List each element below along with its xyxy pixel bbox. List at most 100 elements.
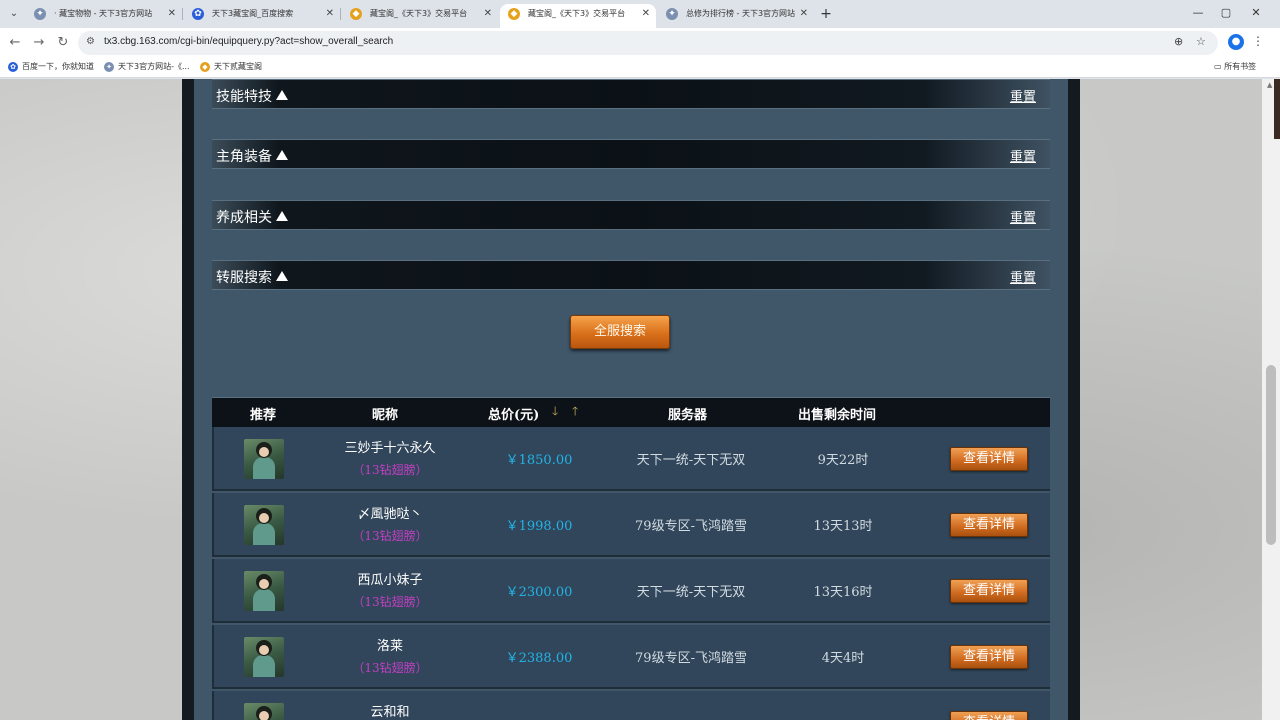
reset-link[interactable]: 重置 xyxy=(1010,146,1036,165)
server: 79级专区-飞鸿踏雪 xyxy=(635,519,747,534)
tab-title: · 藏宝物物 - 天下3官方网站 xyxy=(54,9,153,18)
avatar-face xyxy=(259,447,269,457)
bookmark-item[interactable]: ◆ 天下贰藏宝阁 xyxy=(200,61,262,72)
avatar-body xyxy=(253,655,275,677)
table-row: 洛莱 （13钻翅膀） ￥2388.00 79级专区-飞鸿踏雪 4天4时 查看详情 xyxy=(212,625,1050,689)
view-details-button[interactable]: 查看详情 xyxy=(950,711,1028,720)
reset-link[interactable]: 重置 xyxy=(1010,207,1036,226)
profile-avatar-icon[interactable]: ● xyxy=(1228,34,1244,50)
forward-arrow-icon[interactable]: → xyxy=(30,34,48,52)
character-avatar[interactable] xyxy=(244,637,284,677)
scrollbar-thumb[interactable] xyxy=(1266,365,1276,545)
close-tab-icon[interactable]: ✕ xyxy=(642,4,650,24)
reset-link[interactable]: 重置 xyxy=(1010,267,1036,286)
bookmark-label: 天下贰藏宝阁 xyxy=(214,62,262,71)
tab-3[interactable]: ◆ 藏宝阁_《天下3》交易平台 ✕ xyxy=(342,4,498,28)
collapse-arrow-icon[interactable] xyxy=(276,150,288,160)
character-avatar[interactable] xyxy=(244,505,284,545)
character-avatar[interactable] xyxy=(244,571,284,611)
results-table-header: 推荐 昵称 总价(元) 🡓 🡑 服务器 出售剩余时间 xyxy=(212,397,1050,427)
tab-4-active[interactable]: ◆ 藏宝阁_《天下3》交易平台 ✕ xyxy=(500,4,656,28)
feature-tag: （13钻翅膀） xyxy=(352,595,428,609)
view-details-button[interactable]: 查看详情 xyxy=(950,579,1028,603)
section-title: 技能特技 xyxy=(216,89,272,105)
collapse-arrow-icon[interactable] xyxy=(276,90,288,100)
collapse-arrow-icon[interactable] xyxy=(276,211,288,221)
tab-1[interactable]: ✦ · 藏宝物物 - 天下3官方网站 ✕ xyxy=(26,4,182,28)
tab-5[interactable]: ✦ 总修为排行榜 - 天下3官方网站 ✕ xyxy=(658,4,814,28)
close-window-icon[interactable]: ✕ xyxy=(1246,4,1266,22)
reload-icon[interactable]: ↻ xyxy=(54,34,72,52)
tab-bar: ⌄ ✦ · 藏宝物物 - 天下3官方网站 ✕ ✿ 天下3藏宝阁_百度搜索 ✕ ◆… xyxy=(0,0,1280,28)
browser-toolbar: ← → ↻ ⚙ tx3.cbg.163.com/cgi-bin/equipque… xyxy=(0,28,1280,58)
sort-descending-icon[interactable]: 🡓 xyxy=(552,402,558,423)
remaining-time: 13天13时 xyxy=(813,519,873,534)
collapse-arrow-icon[interactable] xyxy=(276,271,288,281)
header-server: 服务器 xyxy=(668,408,708,423)
more-menu-icon[interactable]: ⋮ xyxy=(1252,34,1264,48)
nickname: 〆風驰哒丶 xyxy=(357,507,423,522)
section-transfer-search[interactable]: 转服搜索 重置 xyxy=(212,260,1050,290)
scroll-up-icon[interactable]: ▲ xyxy=(1267,81,1272,89)
bookmark-item[interactable]: ✦ 天下3官方网站-《... xyxy=(104,61,190,72)
close-tab-icon[interactable]: ✕ xyxy=(484,4,492,24)
header-remaining-time: 出售剩余时间 xyxy=(798,408,877,423)
zoom-icon[interactable]: ⊕ xyxy=(1174,35,1183,48)
tab-search-icon[interactable]: ⌄ xyxy=(6,6,22,22)
bookmark-label: 百度一下，你就知道 xyxy=(22,62,94,71)
page-scrollbar[interactable]: ▲ xyxy=(1262,79,1280,720)
all-server-search-button[interactable]: 全服搜索 xyxy=(570,315,670,349)
character-avatar[interactable] xyxy=(244,703,284,720)
folder-icon: ▭ xyxy=(1214,62,1222,71)
nickname: 三妙手十六永久 xyxy=(344,441,436,456)
tab-2[interactable]: ✿ 天下3藏宝阁_百度搜索 ✕ xyxy=(184,4,340,28)
view-details-button[interactable]: 查看详情 xyxy=(950,513,1028,537)
sort-ascending-icon[interactable]: 🡑 xyxy=(572,402,578,423)
close-tab-icon[interactable]: ✕ xyxy=(326,4,334,24)
price: ￥1998.00 xyxy=(505,519,573,534)
server: 天下一统-天下无双 xyxy=(636,453,746,468)
address-bar[interactable]: ⚙ tx3.cbg.163.com/cgi-bin/equipquery.py?… xyxy=(78,31,1218,55)
remaining-time: 9天22时 xyxy=(817,453,869,468)
nickname: 云和和 xyxy=(370,705,410,720)
new-tab-plus-icon[interactable]: + xyxy=(818,4,834,24)
remaining-time: 4天4时 xyxy=(821,651,865,666)
feature-tag: （13钻翅膀） xyxy=(352,529,428,543)
section-equipment[interactable]: 主角装备 重置 xyxy=(212,139,1050,169)
tab-title: 藏宝阁_《天下3》交易平台 xyxy=(370,9,468,18)
cbg-favicon-icon: ◆ xyxy=(350,8,362,20)
tab-title: 藏宝阁_《天下3》交易平台 xyxy=(528,9,626,18)
avatar-body xyxy=(253,589,275,611)
section-skills[interactable]: 技能特技 重置 xyxy=(212,79,1050,109)
baidu-favicon-icon: ✿ xyxy=(192,8,204,20)
table-row: 西瓜小妹子 （13钻翅膀） ￥2300.00 天下一统-天下无双 13天16时 … xyxy=(212,559,1050,623)
avatar-face xyxy=(259,579,269,589)
cbg-favicon-icon: ◆ xyxy=(200,62,210,72)
avatar-body xyxy=(253,457,275,479)
minimize-icon[interactable]: — xyxy=(1188,4,1208,22)
server: 79级专区-飞鸿踏雪 xyxy=(635,651,747,666)
site-favicon-icon: ✦ xyxy=(34,8,46,20)
site-favicon-icon: ✦ xyxy=(666,8,678,20)
site-info-icon[interactable]: ⚙ xyxy=(86,36,95,47)
all-bookmarks-folder[interactable]: ▭ 所有书签 xyxy=(1214,61,1256,72)
bookmark-star-icon[interactable]: ☆ xyxy=(1196,35,1206,48)
maximize-icon[interactable]: ▢ xyxy=(1216,4,1236,22)
character-avatar[interactable] xyxy=(244,439,284,479)
close-tab-icon[interactable]: ✕ xyxy=(168,4,176,24)
section-title: 养成相关 xyxy=(216,210,272,226)
bookmark-item[interactable]: ✿ 百度一下，你就知道 xyxy=(8,61,94,72)
header-price[interactable]: 总价(元) xyxy=(488,404,539,423)
url-text[interactable]: tx3.cbg.163.com/cgi-bin/equipquery.py?ac… xyxy=(104,36,393,47)
folder-label: 所有书签 xyxy=(1224,62,1257,71)
feature-tag: （13钻翅膀） xyxy=(352,463,428,477)
page-viewport: 技能特技 重置 主角装备 重置 养成相关 重置 转服搜索 重置 全服搜索 推荐 … xyxy=(0,79,1262,720)
view-details-button[interactable]: 查看详情 xyxy=(950,645,1028,669)
close-tab-icon[interactable]: ✕ xyxy=(800,4,808,24)
back-arrow-icon[interactable]: ← xyxy=(6,34,24,52)
section-cultivation[interactable]: 养成相关 重置 xyxy=(212,200,1050,230)
view-details-button[interactable]: 查看详情 xyxy=(950,447,1028,471)
page-frame: 技能特技 重置 主角装备 重置 养成相关 重置 转服搜索 重置 全服搜索 推荐 … xyxy=(182,79,1080,720)
remaining-time: 13天16时 xyxy=(813,585,873,600)
reset-link[interactable]: 重置 xyxy=(1010,86,1036,105)
